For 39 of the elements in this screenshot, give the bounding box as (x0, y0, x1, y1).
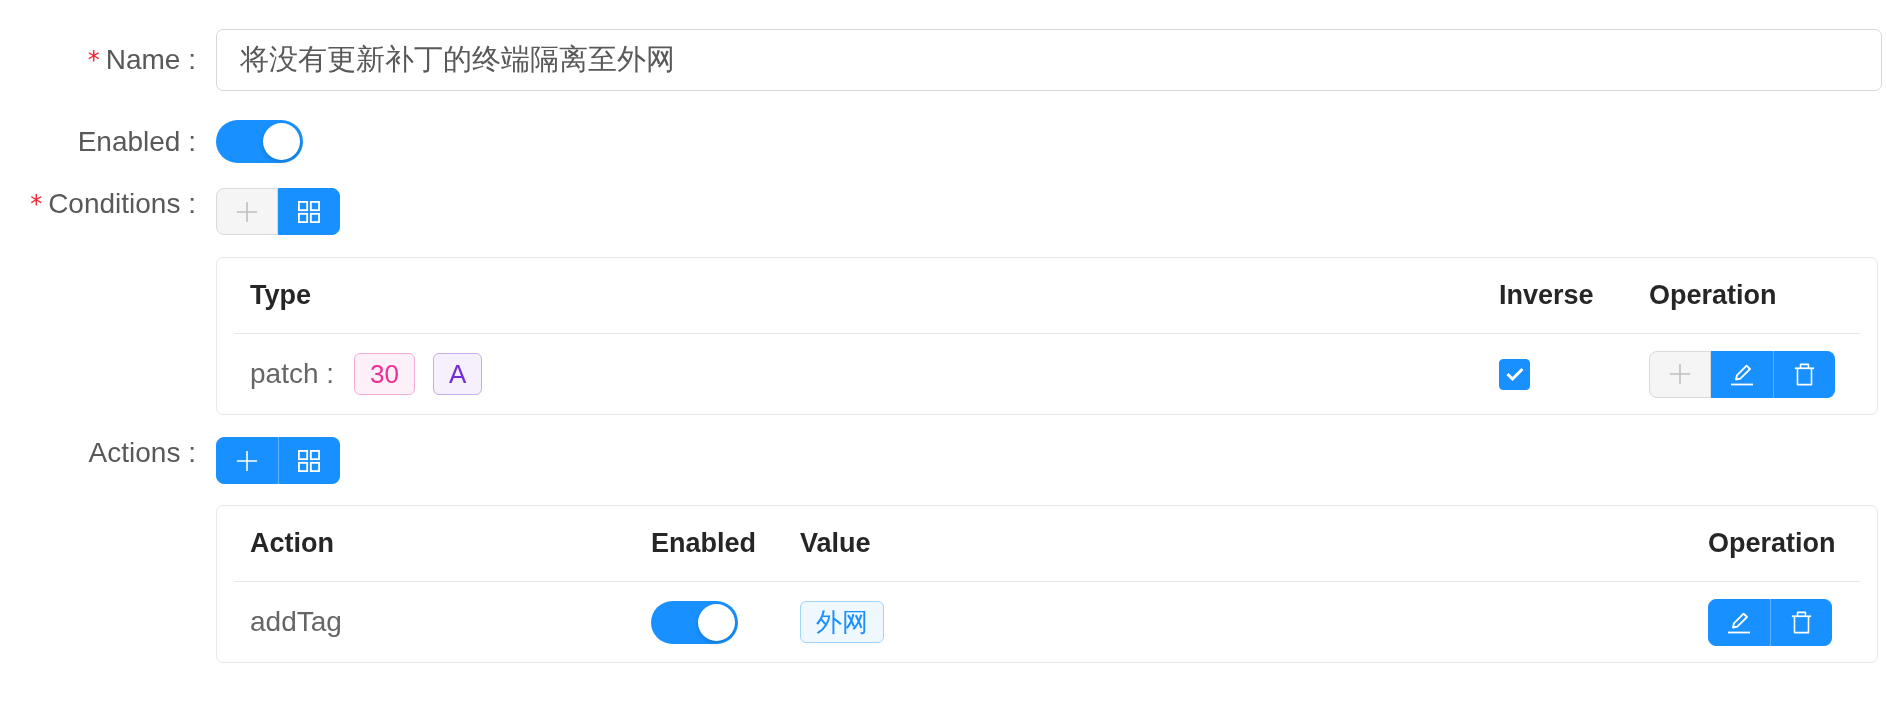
trash-icon (1793, 362, 1815, 386)
field-label: Conditions : (48, 188, 196, 220)
required-asterisk: * (30, 190, 43, 218)
column-header: Action (250, 528, 334, 559)
table-cell: addTag (250, 606, 342, 638)
toggle-switch[interactable] (216, 120, 303, 163)
check-icon (1505, 367, 1524, 381)
column-header: Type (250, 280, 311, 311)
plus-icon (236, 200, 258, 223)
grid-icon (298, 200, 320, 223)
column-header: Operation (1708, 528, 1836, 559)
required-asterisk: * (87, 46, 100, 74)
column-header: Enabled (651, 528, 757, 559)
field-label: Name : (105, 44, 196, 76)
delete-button[interactable] (1770, 598, 1832, 646)
plus-icon (236, 449, 258, 472)
column-header: Value (800, 528, 871, 559)
column-header: Operation (1649, 280, 1777, 311)
delete-button[interactable] (1773, 350, 1835, 398)
pencil-icon (1730, 362, 1754, 386)
name-field[interactable]: 将没有更新补丁的终端隔离至外网 (216, 29, 1882, 91)
field-label: Enabled : (77, 125, 196, 158)
trash-icon (1790, 610, 1812, 634)
toggle-switch[interactable] (651, 600, 738, 644)
grid-view-button[interactable] (278, 437, 340, 484)
tag: 外网 (800, 601, 884, 643)
edit-button[interactable] (1711, 350, 1773, 398)
tag: 30 (354, 353, 415, 395)
column-header: Inverse (1499, 280, 1594, 311)
grid-icon (298, 449, 320, 472)
plus-icon (1669, 363, 1691, 385)
add-button[interactable] (216, 437, 278, 484)
field-label: Actions : (88, 437, 196, 469)
pencil-icon (1727, 610, 1751, 634)
edit-button[interactable] (1708, 598, 1770, 646)
tag: A (433, 353, 483, 395)
checkbox[interactable] (1499, 358, 1530, 390)
grid-view-button[interactable] (278, 188, 340, 235)
table-cell: patch : (250, 358, 335, 390)
